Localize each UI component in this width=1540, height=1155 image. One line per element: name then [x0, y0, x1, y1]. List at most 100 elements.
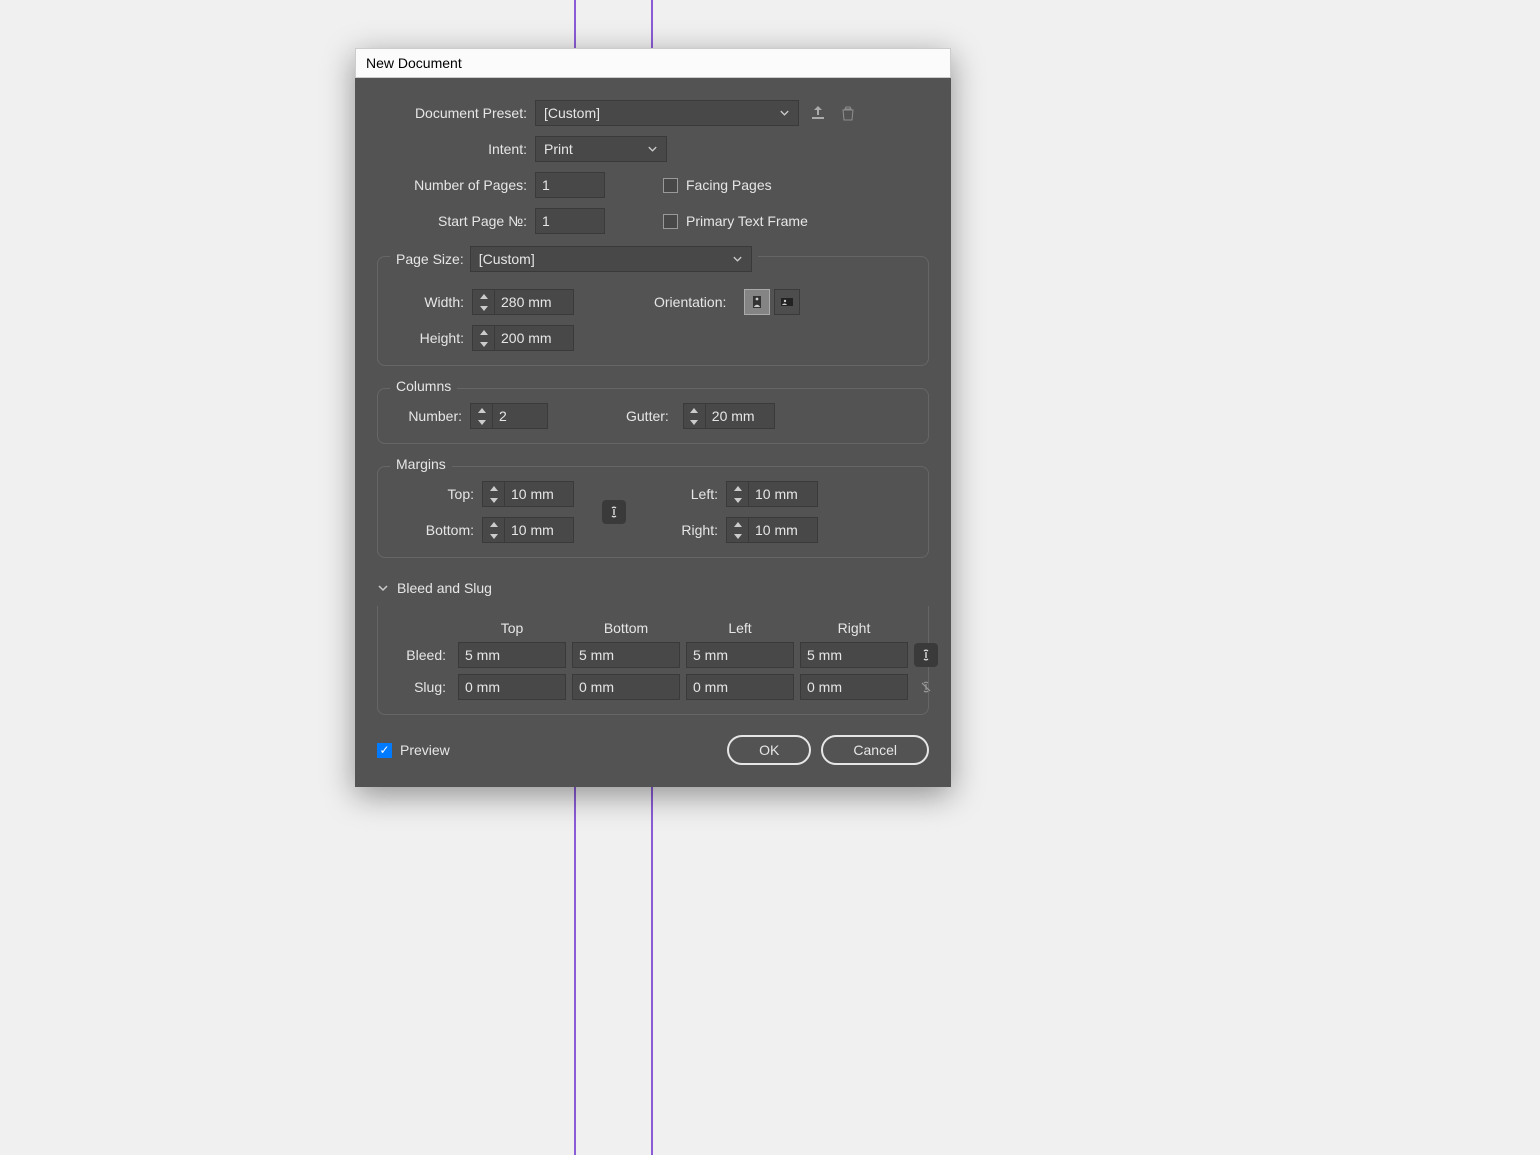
checkbox-icon: [663, 214, 678, 229]
step-up-icon[interactable]: [473, 290, 494, 302]
bleed-slug-toggle[interactable]: Bleed and Slug: [377, 580, 929, 596]
gutter-input[interactable]: [705, 403, 775, 429]
preset-dropdown[interactable]: [Custom]: [535, 100, 799, 126]
bleed-slug-title: Bleed and Slug: [397, 580, 492, 596]
bleed-left-input[interactable]: [686, 642, 794, 668]
primary-text-frame-checkbox[interactable]: Primary Text Frame: [663, 213, 808, 229]
page-size-value: [Custom]: [479, 251, 535, 267]
header-left: Left: [686, 620, 794, 636]
slug-left-input[interactable]: [686, 674, 794, 700]
link-slug-icon[interactable]: [914, 675, 938, 699]
delete-preset-icon[interactable]: [837, 102, 859, 124]
step-down-icon[interactable]: [473, 302, 494, 314]
margin-bottom-stepper[interactable]: [482, 517, 574, 543]
step-up-icon[interactable]: [473, 326, 494, 338]
intent-label: Intent:: [377, 141, 535, 157]
margin-right-stepper[interactable]: [726, 517, 818, 543]
preset-label: Document Preset:: [377, 105, 535, 121]
checkbox-checked-icon: [377, 743, 392, 758]
preview-label: Preview: [400, 742, 450, 758]
startpage-input[interactable]: [535, 208, 605, 234]
step-down-icon[interactable]: [471, 416, 492, 428]
margin-bottom-label: Bottom:: [392, 522, 482, 538]
margin-top-stepper[interactable]: [482, 481, 574, 507]
width-stepper[interactable]: [472, 289, 574, 315]
slug-right-input[interactable]: [800, 674, 908, 700]
page-size-dropdown[interactable]: [Custom]: [470, 246, 752, 272]
window-title: New Document: [366, 55, 462, 71]
bleed-label: Bleed:: [392, 647, 452, 663]
page-size-legend: Page Size:: [396, 251, 464, 267]
header-right: Right: [800, 620, 908, 636]
step-down-icon[interactable]: [727, 494, 748, 506]
pages-input[interactable]: [535, 172, 605, 198]
margin-top-input[interactable]: [504, 481, 574, 507]
bleed-right-input[interactable]: [800, 642, 908, 668]
page-size-group: Page Size: [Custom] Width: Orientation:: [377, 256, 929, 366]
step-down-icon[interactable]: [483, 494, 504, 506]
step-up-icon[interactable]: [727, 518, 748, 530]
startpage-label: Start Page №:: [377, 213, 535, 229]
slug-top-input[interactable]: [458, 674, 566, 700]
cancel-button[interactable]: Cancel: [821, 735, 929, 765]
intent-dropdown[interactable]: Print: [535, 136, 667, 162]
facing-pages-label: Facing Pages: [686, 177, 772, 193]
chevron-down-icon: [779, 108, 790, 119]
header-top: Top: [458, 620, 566, 636]
link-margins-icon[interactable]: [602, 500, 626, 524]
orientation-portrait[interactable]: [744, 289, 770, 315]
primary-text-frame-label: Primary Text Frame: [686, 213, 808, 229]
columns-number-input[interactable]: [492, 403, 548, 429]
gutter-label: Gutter:: [626, 408, 677, 424]
chevron-down-icon: [732, 254, 743, 265]
slug-bottom-input[interactable]: [572, 674, 680, 700]
margins-legend: Margins: [390, 456, 452, 472]
step-up-icon[interactable]: [471, 404, 492, 416]
slug-label: Slug:: [392, 679, 452, 695]
columns-number-stepper[interactable]: [470, 403, 548, 429]
columns-group: Columns Number: Gutter:: [377, 388, 929, 444]
ok-button[interactable]: OK: [727, 735, 811, 765]
preview-checkbox[interactable]: Preview: [377, 742, 450, 758]
columns-number-label: Number:: [392, 408, 470, 424]
intent-value: Print: [544, 141, 573, 157]
bleed-slug-group: Top Bottom Left Right Bleed: Slug:: [377, 606, 929, 715]
step-up-icon[interactable]: [727, 482, 748, 494]
width-input[interactable]: [494, 289, 574, 315]
margins-group: Margins Top: Bottom: Left:: [377, 466, 929, 558]
step-up-icon[interactable]: [483, 518, 504, 530]
save-preset-icon[interactable]: [807, 102, 829, 124]
header-bottom: Bottom: [572, 620, 680, 636]
gutter-stepper[interactable]: [683, 403, 775, 429]
chevron-down-icon: [647, 144, 658, 155]
preset-value: [Custom]: [544, 105, 600, 121]
width-label: Width:: [392, 294, 472, 310]
margin-top-label: Top:: [392, 486, 482, 502]
margin-left-label: Left:: [646, 486, 726, 502]
height-input[interactable]: [494, 325, 574, 351]
new-document-dialog: New Document Document Preset: [Custom] I…: [355, 48, 951, 787]
facing-pages-checkbox[interactable]: Facing Pages: [663, 177, 772, 193]
margin-right-input[interactable]: [748, 517, 818, 543]
titlebar[interactable]: New Document: [355, 48, 951, 78]
link-bleed-icon[interactable]: [914, 643, 938, 667]
pages-label: Number of Pages:: [377, 177, 535, 193]
margin-left-input[interactable]: [748, 481, 818, 507]
margin-right-label: Right:: [646, 522, 726, 538]
margin-left-stepper[interactable]: [726, 481, 818, 507]
step-up-icon[interactable]: [684, 404, 705, 416]
height-label: Height:: [392, 330, 472, 346]
step-down-icon[interactable]: [473, 338, 494, 350]
orientation-landscape[interactable]: [774, 289, 800, 315]
step-down-icon[interactable]: [684, 416, 705, 428]
bleed-bottom-input[interactable]: [572, 642, 680, 668]
margin-bottom-input[interactable]: [504, 517, 574, 543]
chevron-down-icon: [377, 582, 389, 594]
step-down-icon[interactable]: [483, 530, 504, 542]
bleed-top-input[interactable]: [458, 642, 566, 668]
step-down-icon[interactable]: [727, 530, 748, 542]
step-up-icon[interactable]: [483, 482, 504, 494]
height-stepper[interactable]: [472, 325, 574, 351]
columns-legend: Columns: [390, 378, 457, 394]
checkbox-icon: [663, 178, 678, 193]
